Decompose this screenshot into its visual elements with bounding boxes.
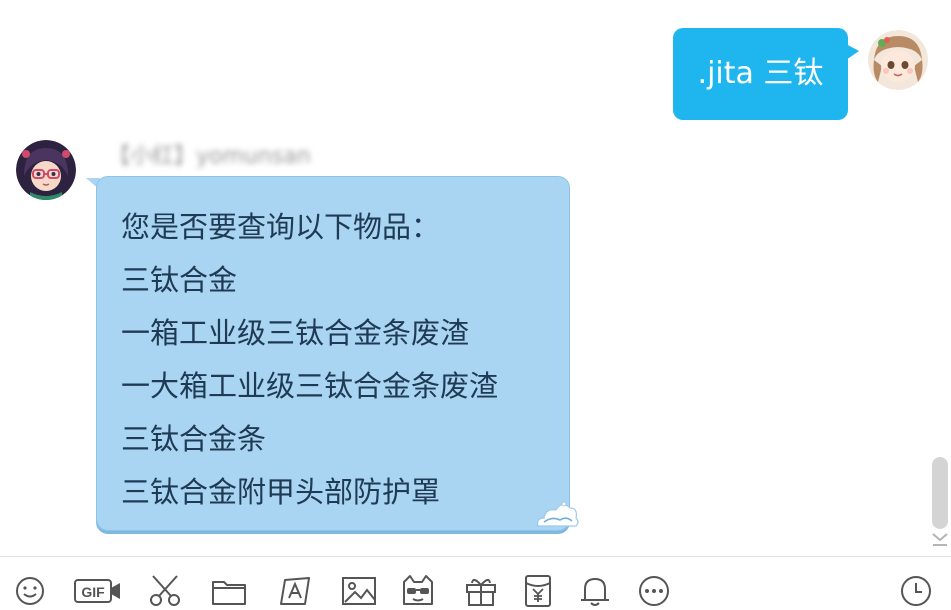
input-toolbar: GIF bbox=[0, 556, 951, 610]
message-line: 三钛合金条 bbox=[121, 422, 267, 456]
scissors-icon[interactable] bbox=[147, 574, 183, 608]
outgoing-message-text: .jita 三钛 bbox=[697, 56, 824, 91]
gif-icon[interactable]: GIF bbox=[74, 574, 122, 608]
message-line: 三钛合金附甲头部防护罩 bbox=[121, 475, 441, 509]
incoming-message-bubble[interactable]: 您是否要查询以下物品： 三钛合金 一箱工业级三钛合金条废渣 一大箱工业级三钛合金… bbox=[96, 176, 570, 531]
red-packet-icon[interactable] bbox=[520, 574, 556, 608]
image-icon[interactable] bbox=[341, 574, 377, 608]
emoji-icon[interactable] bbox=[12, 574, 48, 608]
folder-icon[interactable] bbox=[211, 574, 247, 608]
outgoing-message-bubble[interactable]: .jita 三钛 bbox=[673, 28, 848, 120]
outgoing-bubble-tail bbox=[846, 44, 859, 60]
gif-label: GIF bbox=[81, 584, 105, 600]
sender-avatar[interactable] bbox=[16, 140, 76, 200]
self-avatar[interactable] bbox=[868, 30, 928, 90]
message-line: 一大箱工业级三钛合金条废渣 bbox=[121, 369, 499, 403]
scrollbar-thumb[interactable] bbox=[932, 457, 948, 529]
bubble-cloud-decoration bbox=[534, 496, 580, 532]
gift-icon[interactable] bbox=[463, 574, 499, 608]
message-line: 一箱工业级三钛合金条废渣 bbox=[121, 316, 470, 350]
chat-history[interactable]: .jita 三钛 【小红】yomunsan 您是否要查询以下物品： 三钛合金 一… bbox=[0, 0, 951, 556]
message-line: 您是否要查询以下物品： bbox=[121, 210, 441, 244]
bell-icon[interactable] bbox=[577, 574, 613, 608]
message-line: 三钛合金 bbox=[121, 263, 238, 297]
game-icon[interactable] bbox=[400, 574, 436, 608]
more-icon[interactable] bbox=[636, 574, 672, 608]
scroll-to-bottom-icon[interactable] bbox=[930, 532, 950, 548]
doodle-icon[interactable] bbox=[277, 574, 313, 608]
sender-name: 【小红】yomunsan bbox=[108, 144, 311, 169]
history-icon[interactable] bbox=[898, 574, 934, 608]
